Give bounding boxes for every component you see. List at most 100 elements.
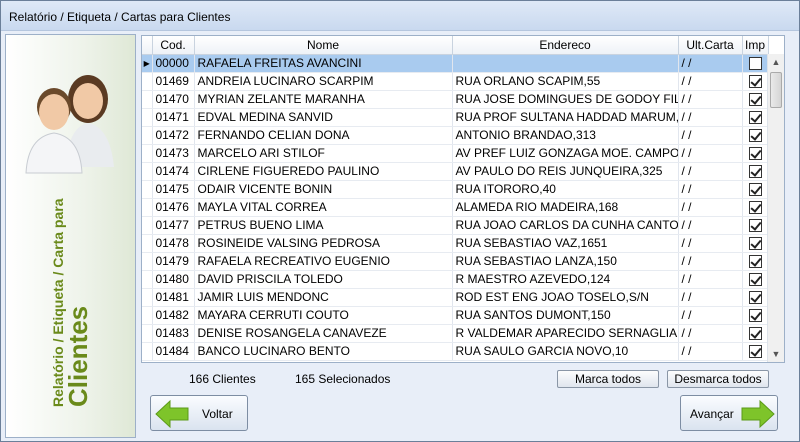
imp-checkbox[interactable] [748,201,762,215]
cell-endereco: RUA ORLANO SCAPIM,55 [452,72,679,91]
vertical-scrollbar[interactable]: ▲ ▼ [767,54,784,362]
imp-checkbox[interactable] [748,75,762,89]
table-row[interactable]: 01470 MYRIAN ZELANTE MARANHA RUA JOSE DOMI… [142,90,769,109]
imp-checkbox[interactable] [748,273,762,287]
scroll-up-icon[interactable]: ▲ [768,54,784,70]
row-indicator [142,306,153,325]
arrow-left-icon [155,399,189,429]
table-row[interactable]: 01483 DENISE ROSANGELA CANAVEZE R VALDEMAR… [142,324,769,343]
imp-checkbox[interactable] [748,255,762,269]
row-indicator [142,90,153,109]
cell-imp [742,54,769,73]
table-row[interactable]: 01473 MARCELO ARI STILOF AV PREF LUIZ GONZ… [142,144,769,163]
header-ult-carta[interactable]: Ult.Carta [678,36,743,55]
imp-checkbox[interactable] [748,93,762,107]
row-indicator [142,270,153,289]
table-row[interactable]: 01480 DAVID PRISCILA TOLEDO R MAESTRO AZEV… [142,270,769,289]
cell-imp [742,252,769,271]
imp-checkbox[interactable] [748,165,762,179]
cell-endereco: RUA PROF SULTANA HADDAD MARUM, [452,108,679,127]
users-icon [25,75,114,174]
cell-ult: / / [678,54,743,73]
back-button[interactable]: Voltar [150,395,248,431]
table-row[interactable]: 01472 FERNANDO CELIAN DONA ANTONIO BRANDAO… [142,126,769,145]
cell-nome: CIRLENE FIGUEREDO PAULINO [194,162,453,181]
cell-nome: ODAIR VICENTE BONIN [194,180,453,199]
table-row[interactable]: 01477 PETRUS BUENO LIMA RUA JOAO CARLOS DA… [142,216,769,235]
cell-nome: JAMIR LUIS MENDONC [194,288,453,307]
imp-checkbox[interactable] [748,237,762,251]
header-cod[interactable]: Cod. [152,36,195,55]
cell-endereco: R VALDEMAR APARECIDO SERNAGLIA, [452,324,679,343]
imp-checkbox[interactable] [748,129,762,143]
dialog-window: Relatório / Etiqueta / Cartas para Clien… [0,0,800,442]
cell-imp [742,288,769,307]
table-row[interactable]: 01474 CIRLENE FIGUEREDO PAULINO AV PAULO D… [142,162,769,181]
scroll-thumb[interactable] [770,72,782,108]
imp-checkbox[interactable] [748,219,762,233]
cell-imp [742,72,769,91]
table-row[interactable]: 01471 EDVAL MEDINA SANVID RUA PROF SULTANA… [142,108,769,127]
cell-imp [742,162,769,181]
cell-endereco: RUA JOAO CARLOS DA CUNHA CANTO [452,216,679,235]
cell-imp [742,342,769,361]
imp-checkbox[interactable] [748,327,762,341]
table-row[interactable]: 01479 RAFAELA RECREATIVO EUGENIO RUA SEBAS… [142,252,769,271]
cell-ult: / / [678,288,743,307]
cell-imp [742,144,769,163]
row-indicator [142,288,153,307]
cell-cod: 01481 [152,288,195,307]
imp-checkbox[interactable] [748,183,762,197]
table-row[interactable]: 01469 ANDREIA LUCINARO SCARPIM RUA ORLANO … [142,72,769,91]
cell-cod: 01475 [152,180,195,199]
cell-nome: MAYARA CERRUTI COUTO [194,306,453,325]
cell-cod: 01483 [152,324,195,343]
cell-ult: / / [678,270,743,289]
cell-imp [742,126,769,145]
cell-nome: DAVID PRISCILA TOLEDO [194,270,453,289]
cell-ult: / / [678,72,743,91]
table-row[interactable]: 01475 ODAIR VICENTE BONIN RUA ITORORO,40/ … [142,180,769,199]
table-row[interactable]: 01476 MAYLA VITAL CORREA ALAMEDA RIO MADEI… [142,198,769,217]
cell-cod: 01469 [152,72,195,91]
cell-ult: / / [678,252,743,271]
imp-checkbox[interactable] [748,309,762,323]
row-indicator [142,324,153,343]
table-row[interactable]: 01484 BANCO LUCINARO BENTO RUA SAULO GARCI… [142,342,769,361]
scroll-down-icon[interactable]: ▼ [768,346,784,362]
imp-checkbox[interactable] [748,57,762,71]
clients-table: Cod. Nome Endereco Ult.Carta Imp ▶ 00000 R… [142,36,769,361]
row-indicator [142,162,153,181]
cell-endereco: ALAMEDA RIO MADEIRA,168 [452,198,679,217]
unmark-all-button[interactable]: Desmarca todos [667,370,769,388]
clients-grid[interactable]: Cod. Nome Endereco Ult.Carta Imp ▶ 00000 R… [141,35,785,363]
header-endereco[interactable]: Endereco [452,36,679,55]
cell-ult: / / [678,342,743,361]
row-indicator [142,198,153,217]
cell-nome: PETRUS BUENO LIMA [194,216,453,235]
cell-ult: / / [678,180,743,199]
title-bar: Relatório / Etiqueta / Cartas para Clien… [1,1,799,31]
table-row[interactable]: ▶ 00000 RAFAELA FREITAS AVANCINI / / [142,54,769,73]
header-nome[interactable]: Nome [194,36,453,55]
imp-checkbox[interactable] [748,291,762,305]
cell-cod: 01473 [152,144,195,163]
next-button[interactable]: Avançar [680,395,778,431]
imp-checkbox[interactable] [748,147,762,161]
grid-footer: 166 Clientes 165 Selecionados Marca todo… [141,367,785,389]
imp-checkbox[interactable] [748,111,762,125]
table-row[interactable]: 01481 JAMIR LUIS MENDONC ROD EST ENG JOAO … [142,288,769,307]
row-indicator [142,144,153,163]
table-row[interactable]: 01482 MAYARA CERRUTI COUTO RUA SANTOS DUMO… [142,306,769,325]
header-imp[interactable]: Imp [742,36,769,55]
mark-all-button[interactable]: Marca todos [557,370,659,388]
cell-ult: / / [678,306,743,325]
cell-endereco: ROD EST ENG JOAO TOSELO,S/N [452,288,679,307]
table-row[interactable]: 01478 ROSINEIDE VALSING PEDROSA RUA SEBAST… [142,234,769,253]
imp-checkbox[interactable] [748,345,762,359]
row-indicator [142,342,153,361]
cell-ult: / / [678,90,743,109]
cell-imp [742,108,769,127]
cell-imp [742,180,769,199]
selected-count: 165 Selecionados [295,372,391,386]
